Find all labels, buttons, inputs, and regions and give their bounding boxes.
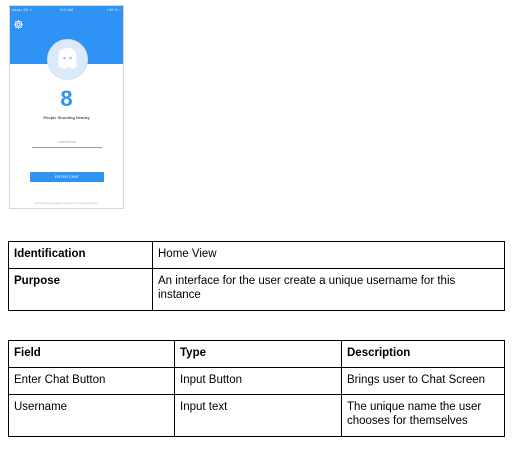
column-header-description: Description [341, 340, 505, 368]
field-cell: Enter Chat Button [8, 367, 175, 395]
table-row: Enter Chat Button Input Button Brings us… [8, 367, 505, 395]
table-row: Identification Home View [8, 241, 505, 269]
ghost-avatar-icon [58, 48, 77, 69]
avatar [47, 39, 88, 80]
status-battery: ⌖ 56 % ▭ [106, 8, 121, 12]
field-cell: Username [8, 394, 175, 437]
table-row: Username Input text The unique name the … [8, 394, 505, 437]
identification-label: Identification [8, 241, 153, 269]
table-header-row: Field Type Description [8, 340, 505, 368]
app-screenshot: ●●●●○ 3G ᯤ 9:41 AM ⌖ 56 % ▭ 8 People Sho… [9, 5, 124, 209]
fields-table: Field Type Description Enter Chat Button… [8, 340, 505, 437]
description-cell: Brings user to Chat Screen [341, 367, 505, 395]
description-cell: The unique name the user chooses for the… [341, 394, 505, 437]
type-cell: Input Button [174, 367, 342, 395]
type-cell: Input text [174, 394, 342, 437]
table-row: Purpose An interface for the user create… [8, 268, 505, 311]
identification-value: Home View [152, 241, 505, 269]
column-header-field: Field [8, 340, 175, 368]
status-bar: ●●●●○ 3G ᯤ 9:41 AM ⌖ 56 % ▭ [10, 6, 123, 14]
username-input[interactable] [32, 135, 102, 148]
terms-note: by continuing you agree to our terms of … [35, 202, 98, 205]
purpose-label: Purpose [8, 268, 153, 311]
gear-icon[interactable] [13, 17, 24, 29]
identification-table: Identification Home View Purpose An inte… [8, 241, 505, 311]
column-header-type: Type [174, 340, 342, 368]
nearby-caption: People Shooting Nearby [43, 115, 90, 120]
enter-chat-button[interactable]: ENTER CHAT [30, 172, 104, 182]
purpose-value: An interface for the user create a uniqu… [152, 268, 505, 311]
nearby-count: 8 [60, 86, 73, 111]
